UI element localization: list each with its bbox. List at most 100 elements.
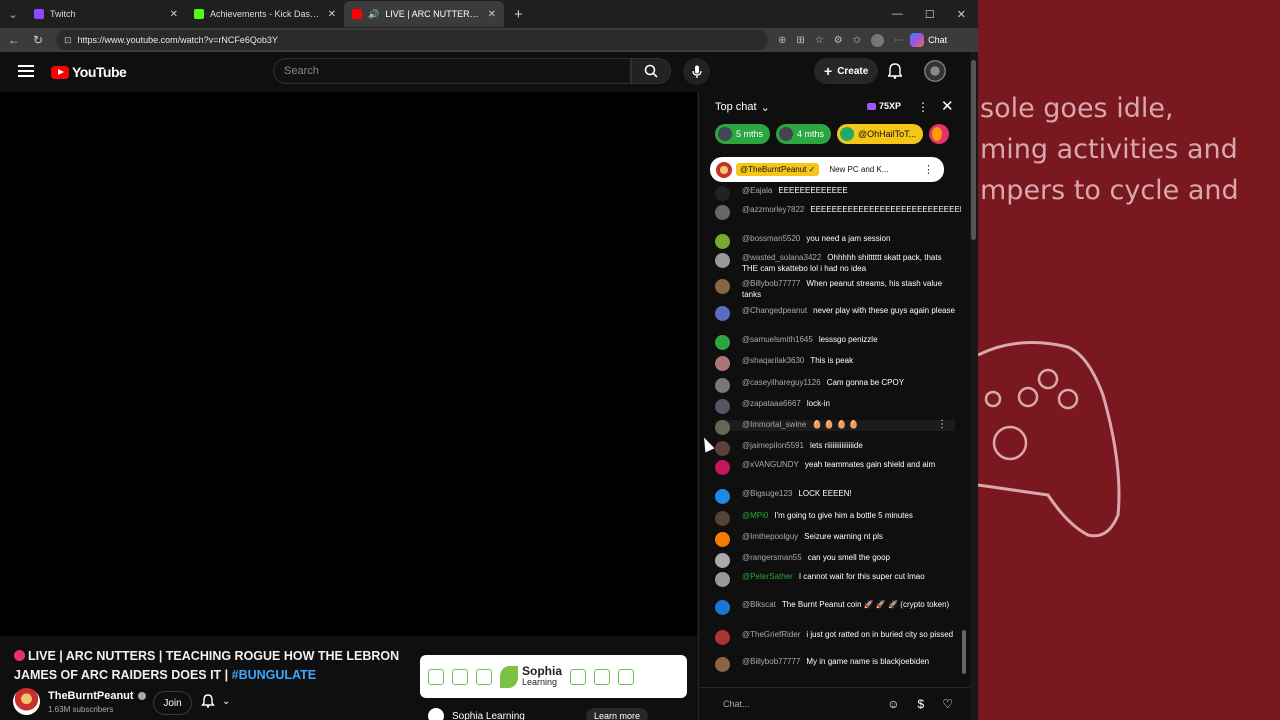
close-icon[interactable]: ✕ <box>328 9 336 20</box>
search-input[interactable] <box>284 65 630 77</box>
membership-chip[interactable]: @OhHailToT... <box>837 124 924 144</box>
avatar[interactable] <box>715 441 730 456</box>
message-author[interactable]: @PeterSather <box>742 572 793 581</box>
avatar[interactable] <box>715 399 730 414</box>
chat-message[interactable]: @bossman5520 you need a jam session <box>715 234 955 249</box>
avatar[interactable] <box>715 356 730 371</box>
avatar[interactable] <box>715 279 730 294</box>
message-author[interactable]: @xVANGUNDY <box>742 460 799 469</box>
close-icon[interactable]: ✕ <box>941 97 954 115</box>
video-player[interactable] <box>0 92 697 636</box>
message-author[interactable]: @Eajala <box>742 186 772 195</box>
profile-icon[interactable] <box>871 33 885 47</box>
back-icon[interactable]: ← <box>2 33 26 47</box>
favorites-icon[interactable]: ✩ <box>853 35 861 46</box>
membership-chip[interactable] <box>929 124 950 144</box>
hashtag-link[interactable]: #BUNGULATE <box>232 668 317 682</box>
message-author[interactable]: @MPi0 <box>742 511 768 520</box>
more-vert-icon[interactable]: ⋮ <box>937 419 947 431</box>
chat-message[interactable]: @xVANGUNDY yeah teammates gain shield and… <box>715 460 955 475</box>
avatar[interactable] <box>715 306 730 321</box>
minimize-icon[interactable]: — <box>892 8 903 21</box>
channel-avatar[interactable] <box>13 688 40 715</box>
chat-message[interactable]: @zapataaa6667 lock-in <box>715 399 955 414</box>
message-author[interactable]: @Billybob77777 <box>742 657 800 666</box>
message-author[interactable]: @jaimepilon5591 <box>742 441 804 450</box>
chat-message-list[interactable]: @Eajala EEEEEEEEEEEEE @azzmorley7822 EEEEEE… <box>699 186 961 686</box>
avatar[interactable] <box>715 532 730 547</box>
favorite-icon[interactable]: ☆ <box>815 35 824 46</box>
message-author[interactable]: @Billybob77777 <box>742 279 800 288</box>
chat-message[interactable]: @MPi0 I'm going to give him a bottle 5 mi… <box>715 511 955 526</box>
close-window-icon[interactable]: ✕ <box>957 8 966 21</box>
chat-input[interactable] <box>723 699 863 709</box>
chat-message[interactable]: @Changedpeanut never play with these guys… <box>715 306 955 321</box>
page-scrollbar[interactable] <box>970 52 978 720</box>
learn-more-button[interactable]: Learn more <box>586 708 649 720</box>
chat-message[interactable]: @Imthepoolguy Seizure warning nt pls <box>715 532 955 547</box>
message-author[interactable]: @Blkscat <box>742 600 776 609</box>
tab-list-button[interactable]: ⌄ <box>0 3 26 25</box>
avatar[interactable] <box>715 511 730 526</box>
site-info-icon[interactable]: ⊡ <box>64 35 72 46</box>
message-author[interactable]: @shaqarilak3630 <box>742 356 804 365</box>
avatar[interactable] <box>715 205 730 220</box>
chat-message[interactable]: @caseyilhareguy1126 Cam gonna be CPOY <box>715 378 955 393</box>
chat-message[interactable]: @wasted_solana3422 Ohhhhh shitttttt skatt… <box>715 253 955 274</box>
chat-message[interactable]: @jaimepilon5591 lets riiiiiiiiiiiiiiide <box>715 441 955 456</box>
tab-twitch[interactable]: Twitch ✕ <box>26 1 186 27</box>
scrollbar-thumb[interactable] <box>962 630 966 674</box>
split-screen-icon[interactable]: ⊞ <box>796 35 804 46</box>
chat-message[interactable]: @TheGriefRider i just got ratted on in bu… <box>715 630 955 645</box>
avatar[interactable] <box>715 657 730 672</box>
xp-badge[interactable]: 75XP <box>867 101 901 111</box>
extensions-icon[interactable]: ⚙ <box>834 35 843 46</box>
close-icon[interactable]: ✕ <box>488 9 496 20</box>
message-author[interactable]: @wasted_solana3422 <box>742 253 821 262</box>
channel-name[interactable]: TheBurntPeanut <box>48 690 146 702</box>
message-author[interactable]: @samuelsmith1645 <box>742 335 813 344</box>
copilot-button[interactable]: Chat <box>910 33 947 47</box>
chat-message[interactable]: @samuelsmith1645 lesssgo penizzle <box>715 335 955 350</box>
join-button[interactable]: Join <box>153 691 192 715</box>
avatar[interactable] <box>715 335 730 350</box>
super-chat-icon[interactable]: $ <box>918 697 925 711</box>
message-author[interactable]: @zapataaa6667 <box>742 399 801 408</box>
chat-message[interactable]: @PeterSather I cannot wait for this super… <box>715 572 955 587</box>
message-author[interactable]: @caseyilhareguy1126 <box>742 378 821 387</box>
chat-message[interactable]: @Bigsuge123 LOCK EEEEN! <box>715 489 955 504</box>
message-author[interactable]: @TheGriefRider <box>742 630 800 639</box>
avatar[interactable] <box>715 234 730 249</box>
chat-message[interactable]: @Blkscat The Burnt Peanut coin 🚀 🚀 🚀 (cry… <box>715 600 955 615</box>
emoji-icon[interactable]: ☺ <box>887 697 899 711</box>
avatar[interactable] <box>715 460 730 475</box>
avatar[interactable] <box>715 553 730 568</box>
chat-scrollbar[interactable] <box>962 154 968 684</box>
membership-chip[interactable]: 5 mths <box>715 124 771 144</box>
chat-message[interactable]: @rangersman55 can you smell the goop <box>715 553 955 568</box>
read-aloud-icon[interactable]: ⊕ <box>778 35 786 46</box>
ad-banner[interactable]: Sophia Learning <box>420 655 687 698</box>
close-icon[interactable]: ✕ <box>170 9 178 20</box>
message-author[interactable]: @azzmorley7822 <box>742 205 804 214</box>
chat-message[interactable]: @shaqarilak3630 This is peak <box>715 356 955 371</box>
more-vert-icon[interactable]: ⋮ <box>917 100 929 114</box>
pinned-message[interactable]: @TheBurntPeanut ✓ New PC and K... ⋮ <box>710 157 944 182</box>
new-tab-button[interactable]: + <box>514 6 523 23</box>
avatar[interactable] <box>715 420 730 435</box>
message-author[interactable]: @Changedpeanut <box>742 306 807 315</box>
membership-chip[interactable]: 4 mths <box>776 124 832 144</box>
more-vert-icon[interactable]: ⋮ <box>923 163 934 176</box>
chat-message[interactable]: @Eajala EEEEEEEEEEEEE <box>715 186 955 201</box>
avatar[interactable] <box>715 378 730 393</box>
speaker-icon[interactable]: 🔊 <box>368 9 379 20</box>
avatar[interactable] <box>715 600 730 615</box>
message-author[interactable]: @bossman5520 <box>742 234 800 243</box>
chat-message[interactable]: @Immortal_swine 🥚 🥚 🥚 🥚 ⋮ <box>715 419 955 435</box>
message-author[interactable]: @Immortal_swine <box>742 420 806 429</box>
address-bar[interactable]: ⊡ https://www.youtube.com/watch?v=rNCFe6… <box>56 30 768 50</box>
avatar[interactable] <box>715 186 730 201</box>
message-author[interactable]: @Bigsuge123 <box>742 489 792 498</box>
chat-message[interactable]: @Billybob77777 When peanut streams, his s… <box>715 279 955 300</box>
notifications-button[interactable] <box>887 63 903 84</box>
